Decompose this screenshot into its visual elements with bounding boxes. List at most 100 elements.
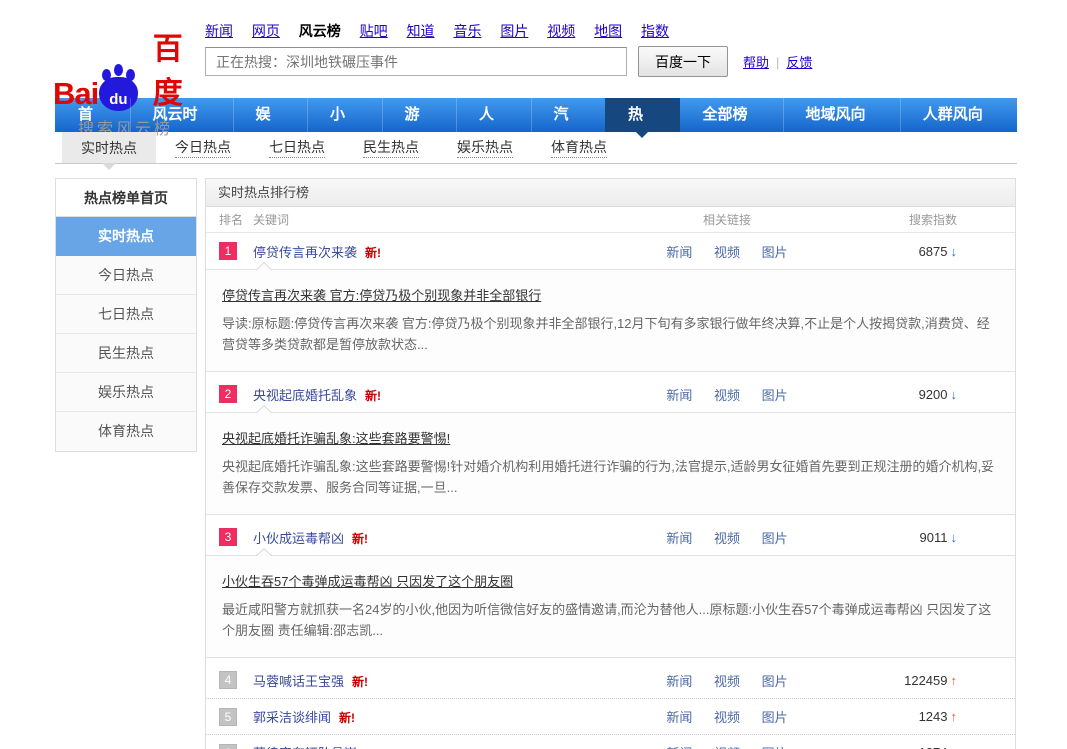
news-link[interactable]: 新闻 — [666, 388, 692, 403]
top-nav-tieba[interactable]: 贴吧 — [360, 23, 388, 39]
image-link[interactable]: 图片 — [762, 710, 788, 725]
keyword-link[interactable]: 小伙成运毒帮凶 — [253, 531, 344, 546]
main-nav-hotspot[interactable]: 热点 — [605, 98, 680, 157]
rank-badge: 5 — [219, 707, 237, 726]
sub-nav-today[interactable]: 今日热点 — [156, 132, 250, 163]
sub-nav: 实时热点 今日热点 七日热点 民生热点 娱乐热点 体育热点 — [55, 132, 1017, 170]
main-nav-entertainment[interactable]: 娱乐 — [233, 98, 308, 157]
main-nav-auto[interactable]: 汽车 — [531, 98, 606, 157]
detail-title-link[interactable]: 小伙生吞57个毒弹成运毒帮凶 只因发了这个朋友圈 — [222, 571, 513, 590]
rank-badge: 1 — [219, 242, 237, 260]
rank-badge: 6 — [219, 743, 237, 749]
video-link[interactable]: 视频 — [714, 710, 740, 725]
baidu-search-button[interactable]: 百度一下 — [638, 46, 728, 77]
main-nav-fengyun-news[interactable]: 风云时讯 — [130, 98, 233, 157]
keyword-link[interactable]: 央视起底婚托乱象 — [253, 388, 357, 403]
col-index: 搜索指数 — [908, 213, 957, 227]
sidebar-item-today[interactable]: 今日热点 — [56, 256, 196, 295]
news-link[interactable]: 新闻 — [666, 710, 692, 725]
sidebar-header[interactable]: 热点榜单首页 — [56, 179, 196, 217]
rank-badge: 4 — [219, 671, 237, 689]
news-link[interactable]: 新闻 — [666, 531, 692, 546]
search-index-value: 1274 — [919, 745, 948, 749]
new-badge: 新! — [352, 531, 369, 546]
sidebar: 热点榜单首页 实时热点 今日热点 七日热点 民生热点 娱乐热点 体育热点 — [55, 178, 197, 452]
main-nav-region-trend[interactable]: 地域风向标 — [783, 98, 900, 157]
detail-title-link[interactable]: 停贷传言再次来袭 官方:停贷乃极个别现象并非全部银行 — [222, 285, 541, 304]
sub-nav-entertainment[interactable]: 娱乐热点 — [438, 132, 532, 163]
new-badge: 新! — [365, 388, 382, 403]
main-nav-all-lists[interactable]: 全部榜单 — [680, 98, 783, 157]
detail-description: 最近咸阳警方就抓获一名24岁的小伙,他因为听信微信好友的盛情邀请,而沦为替他人.… — [222, 602, 992, 638]
top-nav-web[interactable]: 网页 — [252, 23, 280, 39]
sub-nav-sports[interactable]: 体育热点 — [532, 132, 626, 163]
top-nav-map[interactable]: 地图 — [594, 23, 622, 39]
rank-badge: 3 — [219, 528, 237, 546]
table-row: 1 停贷传言再次来袭 新! 新闻 视频 图片 6875 ↓ — [206, 233, 1015, 269]
sub-nav-livelihood[interactable]: 民生热点 — [344, 132, 438, 163]
detail-description: 央视起底婚托诈骗乱象:这些套路要警惕!针对婚介机构利用婚托进行诈骗的行为,法官提… — [222, 459, 995, 495]
main-nav-people[interactable]: 人物 — [456, 98, 531, 157]
news-link[interactable]: 新闻 — [666, 674, 692, 689]
search-input[interactable] — [205, 47, 627, 76]
sidebar-item-sports[interactable]: 体育热点 — [56, 412, 196, 451]
sidebar-item-realtime[interactable]: 实时热点 — [56, 217, 196, 256]
content-area: 热点榜单首页 实时热点 今日热点 七日热点 民生热点 娱乐热点 体育热点 实时热… — [55, 178, 1067, 749]
video-link[interactable]: 视频 — [714, 674, 740, 689]
keyword-link[interactable]: 停贷传言再次来袭 — [253, 245, 357, 260]
video-link[interactable]: 视频 — [714, 531, 740, 546]
sidebar-item-livelihood[interactable]: 民生热点 — [56, 334, 196, 373]
help-links: 帮助 | 反馈 — [743, 52, 812, 71]
sidebar-item-entertainment[interactable]: 娱乐热点 — [56, 373, 196, 412]
keyword-link[interactable]: 郭采洁谈绯闻 — [253, 710, 331, 725]
table-row: 6 菲律宾车辆坠悬崖 新闻 视频 图片 1274↑ — [206, 734, 1015, 749]
keyword-link[interactable]: 马蓉喊话王宝强 — [253, 674, 344, 689]
trend-up-icon: ↑ — [950, 672, 958, 688]
top-nav-zhidao[interactable]: 知道 — [407, 23, 435, 39]
video-link[interactable]: 视频 — [714, 388, 740, 403]
main-nav-game[interactable]: 游戏 — [382, 98, 457, 157]
col-links: 相关链接 — [702, 213, 751, 227]
row-detail: 小伙生吞57个毒弹成运毒帮凶 只因发了这个朋友圈 最近咸阳警方就抓获一名24岁的… — [206, 548, 1015, 658]
page-header: Bai du 百度 搜索风云榜 新闻 网页 风云榜 贴吧 知道 音乐 图片 视频… — [0, 0, 1067, 138]
image-link[interactable]: 图片 — [762, 245, 788, 260]
panel-title: 实时热点排行榜 — [206, 179, 1015, 207]
image-link[interactable]: 图片 — [762, 388, 788, 403]
search-index-value: 6875 — [918, 243, 948, 259]
trend-down-icon: ↓ — [950, 243, 958, 259]
new-badge: 新! — [365, 245, 382, 260]
table-row: 5 郭采洁谈绯闻 新! 新闻 视频 图片 1243 ↑ — [206, 698, 1015, 734]
new-badge: 新! — [352, 674, 369, 689]
help-link[interactable]: 帮助 — [743, 55, 769, 70]
sub-nav-seven-day[interactable]: 七日热点 — [250, 132, 344, 163]
sidebar-item-seven-day[interactable]: 七日热点 — [56, 295, 196, 334]
row-detail: 停贷传言再次来袭 官方:停贷乃极个别现象并非全部银行 导读:原标题:停贷传言再次… — [206, 262, 1015, 372]
news-link[interactable]: 新闻 — [666, 245, 692, 260]
top-nav-image[interactable]: 图片 — [500, 23, 528, 39]
image-link[interactable]: 图片 — [762, 531, 788, 546]
col-rank: 排名 — [219, 213, 244, 227]
new-badge: 新! — [339, 711, 356, 725]
trend-up-icon: ↑ — [951, 745, 958, 749]
feedback-link[interactable]: 反馈 — [786, 55, 812, 70]
help-divider: | — [776, 55, 780, 70]
search-index-value: 1243 — [918, 709, 948, 724]
sub-nav-realtime[interactable]: 实时热点 — [62, 132, 156, 170]
main-nav-home[interactable]: 首页 — [55, 98, 130, 157]
top-nav: 新闻 网页 风云榜 贴吧 知道 音乐 图片 视频 地图 指数 — [205, 21, 684, 41]
top-nav-video[interactable]: 视频 — [547, 23, 575, 39]
top-nav-fengyunbang[interactable]: 风云榜 — [299, 23, 341, 39]
search-index-value: 9011 — [919, 529, 948, 545]
top-nav-news[interactable]: 新闻 — [205, 23, 233, 39]
main-nav-novel[interactable]: 小说 — [307, 98, 382, 157]
image-link[interactable]: 图片 — [762, 674, 788, 689]
table-row: 4 马蓉喊话王宝强 新! 新闻 视频 图片 122459 ↑ — [206, 662, 1015, 698]
search-bar: 百度一下 帮助 | 反馈 — [205, 46, 812, 77]
main-nav-people-trend[interactable]: 人群风向标 — [900, 98, 1017, 157]
top-nav-index[interactable]: 指数 — [641, 23, 669, 39]
ranking-panel: 实时热点排行榜 排名 关键词 相关链接 搜索指数 1 停贷传言再次来袭 新! 新闻… — [205, 178, 1016, 749]
video-link[interactable]: 视频 — [714, 245, 740, 260]
top-nav-music[interactable]: 音乐 — [453, 23, 481, 39]
detail-title-link[interactable]: 央视起底婚托诈骗乱象:这些套路要警惕! — [222, 428, 450, 447]
trend-down-icon: ↓ — [950, 529, 958, 545]
